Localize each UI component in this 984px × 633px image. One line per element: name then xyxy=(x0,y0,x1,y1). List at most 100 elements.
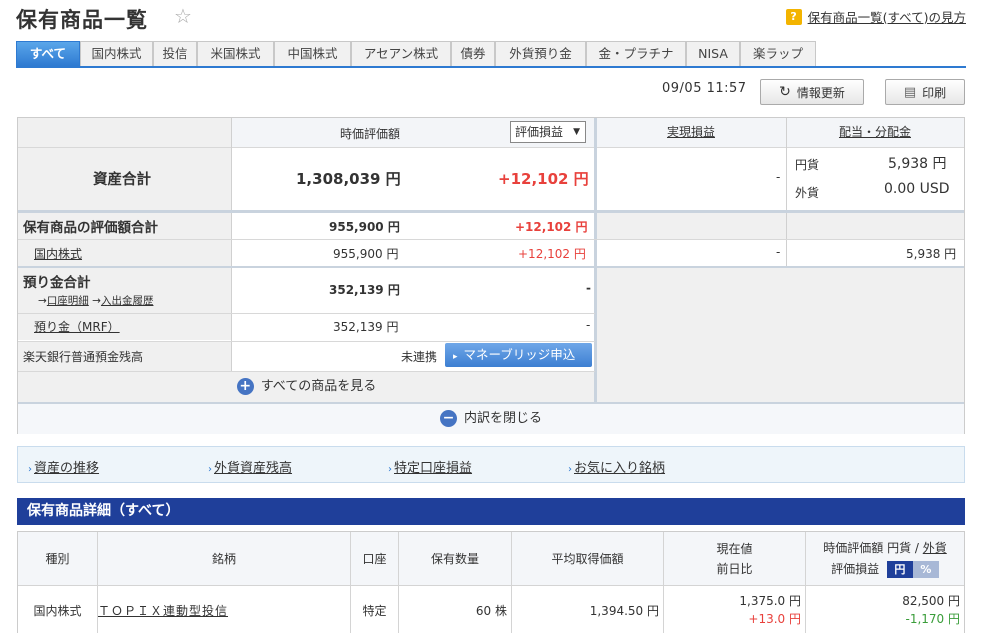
gain-type-select[interactable]: 評価損益 ▼ xyxy=(510,121,586,143)
total-assets-value: 1,308,039 円 xyxy=(296,170,401,188)
yen-col-label: 円貨 xyxy=(887,540,912,555)
fx-label: 外貨 xyxy=(795,186,820,200)
print-button[interactable]: ▤ 印刷 xyxy=(885,79,965,105)
col-type: 種別 xyxy=(18,532,98,586)
yen-toggle[interactable]: 円 xyxy=(886,560,913,578)
fx-asset-balance-link[interactable]: 外貨資産残高 xyxy=(214,461,292,476)
favorite-stocks-link[interactable]: お気に入り銘柄 xyxy=(574,461,665,476)
minus-circle-icon: − xyxy=(439,410,457,427)
deposit-total-value: 352,139 円 xyxy=(329,283,400,297)
refresh-label: 情報更新 xyxy=(796,85,845,100)
row-value-cell: 82,500 円 -1,170 円 xyxy=(806,586,964,633)
show-all-products-button[interactable]: + すべての商品を見る xyxy=(18,372,595,402)
deposit-total-gain: - xyxy=(586,281,591,295)
holdings-total-value: 955,900 円 xyxy=(329,220,400,234)
domestic-stocks-link[interactable]: 国内株式 xyxy=(34,247,82,261)
chevron-right-icon: ▸ xyxy=(453,352,458,362)
deposit-total-label: 預り金合計 xyxy=(23,275,91,291)
mrf-link[interactable]: 預り金（MRF） xyxy=(34,320,120,334)
domestic-dividend: 5,938 円 xyxy=(906,247,957,261)
asset-trend-link[interactable]: 資産の推移 xyxy=(34,461,99,476)
market-value-col-header: 時価評価額 xyxy=(823,540,884,555)
stock-name-link[interactable]: ＴＯＰＩＸ連動型投信 xyxy=(98,602,228,619)
fx-col-link[interactable]: 外貨 xyxy=(923,541,947,555)
update-datetime: 09/05 11:57 xyxy=(662,81,747,96)
gain-type-value: 評価損益 xyxy=(515,125,564,139)
chevron-right-icon: › xyxy=(388,464,392,475)
help-link-label[interactable]: 保有商品一覧(すべて)の見方 xyxy=(808,7,966,26)
account-detail-link[interactable]: 口座明細 xyxy=(47,295,89,307)
tab-bar: すべて 国内株式 投信 米国株式 中国株式 アセアン株式 債券 外貨預り金 金・… xyxy=(16,41,966,68)
specific-account-pl-link[interactable]: 特定口座損益 xyxy=(394,461,472,476)
fx-dividend-value: 0.00 USD xyxy=(884,181,950,197)
gain-unit-toggle[interactable]: 円 % xyxy=(886,560,939,578)
chevron-right-icon: › xyxy=(28,464,32,475)
change-header: 前日比 xyxy=(716,561,753,576)
row-gain: -1,170 円 xyxy=(905,612,961,626)
close-breakdown-label: 内訳を閉じる xyxy=(463,411,542,426)
realized-gain-header[interactable]: 実現損益 xyxy=(667,125,715,139)
tab-nisa[interactable]: NISA xyxy=(686,41,740,66)
dividend-header[interactable]: 配当・分配金 xyxy=(839,125,911,139)
domestic-value: 955,900 円 xyxy=(333,247,399,261)
total-realized-value: - xyxy=(776,170,781,184)
tab-rakuwrap[interactable]: 楽ラップ xyxy=(740,41,816,66)
gain-col-header: 評価損益 xyxy=(831,561,880,576)
help-link[interactable]: ? 保有商品一覧(すべて)の見方 xyxy=(785,7,966,26)
print-label: 印刷 xyxy=(922,85,947,100)
quick-links-bar: › 資産の推移 › 外貨資産残高 › 特定口座損益 › お気に入り銘柄 xyxy=(17,446,965,483)
tab-domestic-stocks[interactable]: 国内株式 xyxy=(80,41,153,66)
mrf-gain: - xyxy=(586,318,591,332)
row-account: 特定 xyxy=(351,586,399,633)
yen-dividend-value: 5,938 円 xyxy=(888,156,947,172)
arrow-icon: → xyxy=(92,295,101,307)
tab-asean-stocks[interactable]: アセアン株式 xyxy=(351,41,451,66)
col-avg-price: 平均取得価額 xyxy=(512,532,664,586)
row-market-value: 82,500 円 xyxy=(902,594,960,608)
chevron-down-icon: ▼ xyxy=(573,127,580,137)
total-assets-label: 資産合計 xyxy=(93,172,151,188)
col-current-price: 現在値 前日比 xyxy=(664,532,806,586)
page-title: 保有商品一覧 xyxy=(16,8,148,32)
close-breakdown-button[interactable]: − 内訳を閉じる xyxy=(18,404,964,434)
current-price-header: 現在値 xyxy=(716,541,753,556)
tab-china-stocks[interactable]: 中国株式 xyxy=(274,41,351,66)
mrf-value: 352,139 円 xyxy=(333,320,399,334)
holdings-detail-table: 種別 銘柄 口座 保有数量 平均取得価額 現在値 前日比 時価評価額 円貨 / … xyxy=(17,531,965,633)
row-current-cell: 1,375.0 円 +13.0 円 xyxy=(664,586,806,633)
show-all-label: すべての商品を見る xyxy=(260,379,377,394)
row-avg-price: 1,394.50 円 xyxy=(512,586,664,633)
row-current-price: 1,375.0 円 xyxy=(739,594,801,608)
asset-summary-table: 時価評価額 実現損益 配当・分配金 資産合計 1,308,039 円 +12,1… xyxy=(17,117,965,434)
chevron-right-icon: › xyxy=(208,464,212,475)
col-account: 口座 xyxy=(351,532,399,586)
col-quantity: 保有数量 xyxy=(399,532,512,586)
tab-gold-platinum[interactable]: 金・プラチナ xyxy=(586,41,686,66)
refresh-icon: ↻ xyxy=(779,84,791,100)
tab-fx-deposit[interactable]: 外貨預り金 xyxy=(495,41,586,66)
percent-toggle[interactable]: % xyxy=(912,560,939,578)
printer-icon: ▤ xyxy=(903,84,917,100)
tab-us-stocks[interactable]: 米国株式 xyxy=(197,41,274,66)
col-name: 銘柄 xyxy=(98,532,351,586)
chevron-right-icon: › xyxy=(568,464,572,475)
holdings-total-gain: +12,102 円 xyxy=(515,220,588,234)
money-bridge-label: マネーブリッジ申込 xyxy=(463,347,576,362)
total-gain-value: +12,102 円 xyxy=(498,170,589,188)
deposit-history-link[interactable]: 入出金履歴 xyxy=(101,295,154,307)
bank-balance-label: 楽天銀行普通預金残高 xyxy=(23,350,144,364)
tab-all[interactable]: すべて xyxy=(16,41,80,66)
market-value-header: 時価評価額 xyxy=(340,127,401,141)
tab-bonds[interactable]: 債券 xyxy=(451,41,495,66)
favorite-star-icon[interactable]: ☆ xyxy=(174,4,192,28)
row-quantity: 60 株 xyxy=(399,586,512,633)
row-name-cell: ＴＯＰＩＸ連動型投信 xyxy=(98,586,351,633)
bank-status: 未連携 xyxy=(401,350,438,364)
refresh-button[interactable]: ↻ 情報更新 xyxy=(760,79,864,105)
domestic-realized: - xyxy=(776,245,781,259)
col-market-value: 時価評価額 円貨 / 外貨 評価損益 円 % xyxy=(806,532,964,586)
money-bridge-apply-button[interactable]: ▸ マネーブリッジ申込 xyxy=(445,343,592,367)
domestic-gain: +12,102 円 xyxy=(518,247,586,261)
tab-funds[interactable]: 投信 xyxy=(153,41,197,66)
row-change: +13.0 円 xyxy=(748,612,801,626)
